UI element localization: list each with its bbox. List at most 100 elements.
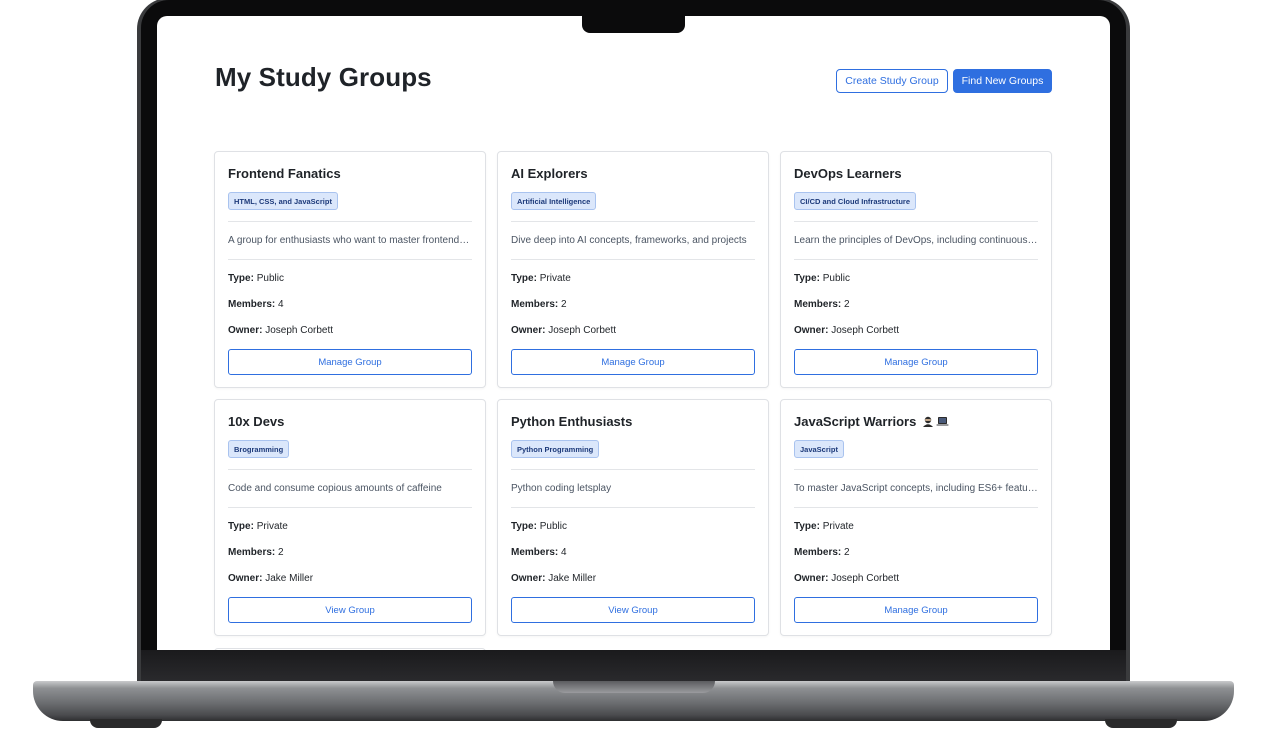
group-card: JavaScript Warriors JavaScript To master…	[780, 399, 1052, 636]
group-owner: Owner: Joseph Corbett	[794, 325, 899, 337]
group-description: Dive deep into AI concepts, frameworks, …	[511, 235, 747, 246]
type-label: Type:	[511, 273, 537, 284]
members-label: Members:	[794, 299, 842, 310]
members-value: 2	[844, 299, 850, 310]
group-name: 10x Devs	[228, 414, 285, 429]
laptop-foot-left	[90, 719, 162, 728]
topic-badge: Artificial Intelligence	[511, 192, 597, 210]
divider	[511, 469, 755, 470]
group-card: 10x Devs Brogramming Code and consume co…	[214, 399, 486, 636]
view-group-button[interactable]: View Group	[228, 597, 472, 623]
group-members: Members: 2	[511, 299, 567, 311]
laptop-icon	[936, 415, 949, 431]
group-type: Type: Private	[511, 273, 571, 285]
group-name: JavaScript Warriors	[794, 414, 917, 429]
group-owner: Owner: Joseph Corbett	[794, 573, 899, 585]
group-description: Code and consume copious amounts of caff…	[228, 483, 442, 494]
group-name: Python Enthusiasts	[511, 414, 633, 429]
members-label: Members:	[794, 547, 842, 558]
members-value: 2	[844, 547, 850, 558]
create-study-group-button[interactable]: Create Study Group	[836, 69, 948, 93]
manage-group-button[interactable]: Manage Group	[511, 349, 755, 375]
group-type: Type: Public	[794, 273, 850, 285]
divider	[228, 259, 472, 260]
topic-badge: HTML, CSS, and JavaScript	[228, 192, 338, 210]
laptop-opening-groove	[553, 681, 715, 693]
manage-group-button[interactable]: Manage Group	[794, 597, 1038, 623]
members-value: 4	[561, 547, 567, 558]
group-name-row: JavaScript Warriors	[794, 414, 1038, 430]
type-label: Type:	[794, 521, 820, 532]
divider	[794, 507, 1038, 508]
type-label: Type:	[228, 273, 254, 284]
type-value: Private	[822, 521, 854, 532]
members-value: 2	[561, 299, 567, 310]
divider	[228, 469, 472, 470]
group-members: Members: 4	[228, 299, 284, 311]
type-value: Public	[822, 273, 850, 284]
divider	[228, 507, 472, 508]
group-type: Type: Private	[228, 521, 288, 533]
divider	[511, 507, 755, 508]
topic-badge: Python Programming	[511, 440, 600, 458]
group-members: Members: 2	[794, 299, 850, 311]
owner-value: Jake Miller	[265, 573, 314, 584]
divider	[511, 221, 755, 222]
group-type: Type: Public	[228, 273, 284, 285]
group-type: Type: Private	[794, 521, 854, 533]
group-description: Learn the principles of DevOps, includin…	[794, 235, 1038, 246]
type-value: Public	[539, 521, 567, 532]
type-value: Private	[539, 273, 571, 284]
camera-notch	[582, 15, 685, 33]
type-value: Public	[256, 273, 284, 284]
divider	[794, 221, 1038, 222]
owner-value: Joseph Corbett	[265, 325, 334, 336]
group-description: A group for enthusiasts who want to mast…	[228, 235, 472, 246]
group-type: Type: Public	[511, 521, 567, 533]
owner-label: Owner:	[794, 325, 829, 336]
group-description: To master JavaScript concepts, including…	[794, 483, 1038, 494]
group-members: Members: 4	[511, 547, 567, 559]
topic-badge: Brogramming	[228, 440, 290, 458]
divider	[511, 259, 755, 260]
group-name: AI Explorers	[511, 166, 588, 181]
find-new-groups-button[interactable]: Find New Groups	[953, 69, 1052, 93]
laptop-chin	[141, 650, 1126, 684]
group-owner: Owner: Jake Miller	[511, 573, 596, 585]
owner-label: Owner:	[228, 573, 263, 584]
page-title: My Study Groups	[215, 62, 432, 92]
owner-value: Jake Miller	[548, 573, 597, 584]
members-label: Members:	[228, 299, 276, 310]
group-card: Python Enthusiasts Python Programming Py…	[497, 399, 769, 636]
owner-label: Owner:	[228, 325, 263, 336]
group-name: Frontend Fanatics	[228, 166, 341, 181]
owner-value: Joseph Corbett	[548, 325, 617, 336]
members-value: 4	[278, 299, 284, 310]
group-card: DevOps Learners CI/CD and Cloud Infrastr…	[780, 151, 1052, 388]
members-label: Members:	[511, 547, 559, 558]
group-members: Members: 2	[228, 547, 284, 559]
group-card: AI Explorers Artificial Intelligence Div…	[497, 151, 769, 388]
topic-badge: CI/CD and Cloud Infrastructure	[794, 192, 917, 210]
type-value: Private	[256, 521, 288, 532]
owner-value: Joseph Corbett	[831, 573, 900, 584]
owner-label: Owner:	[794, 573, 829, 584]
group-owner: Owner: Joseph Corbett	[511, 325, 616, 337]
type-label: Type:	[228, 521, 254, 532]
owner-label: Owner:	[511, 573, 546, 584]
type-label: Type:	[511, 521, 537, 532]
group-card: Frontend Fanatics HTML, CSS, and JavaScr…	[214, 151, 486, 388]
divider	[228, 221, 472, 222]
group-description: Python coding letsplay	[511, 483, 612, 494]
ninja-icon	[922, 415, 934, 431]
members-label: Members:	[228, 547, 276, 558]
group-card-partial	[214, 648, 486, 650]
group-name: DevOps Learners	[794, 166, 902, 181]
type-label: Type:	[794, 273, 820, 284]
app-screen: My Study Groups Create Study Group Find …	[157, 16, 1110, 650]
manage-group-button[interactable]: Manage Group	[228, 349, 472, 375]
group-owner: Owner: Jake Miller	[228, 573, 313, 585]
owner-value: Joseph Corbett	[831, 325, 900, 336]
view-group-button[interactable]: View Group	[511, 597, 755, 623]
manage-group-button[interactable]: Manage Group	[794, 349, 1038, 375]
